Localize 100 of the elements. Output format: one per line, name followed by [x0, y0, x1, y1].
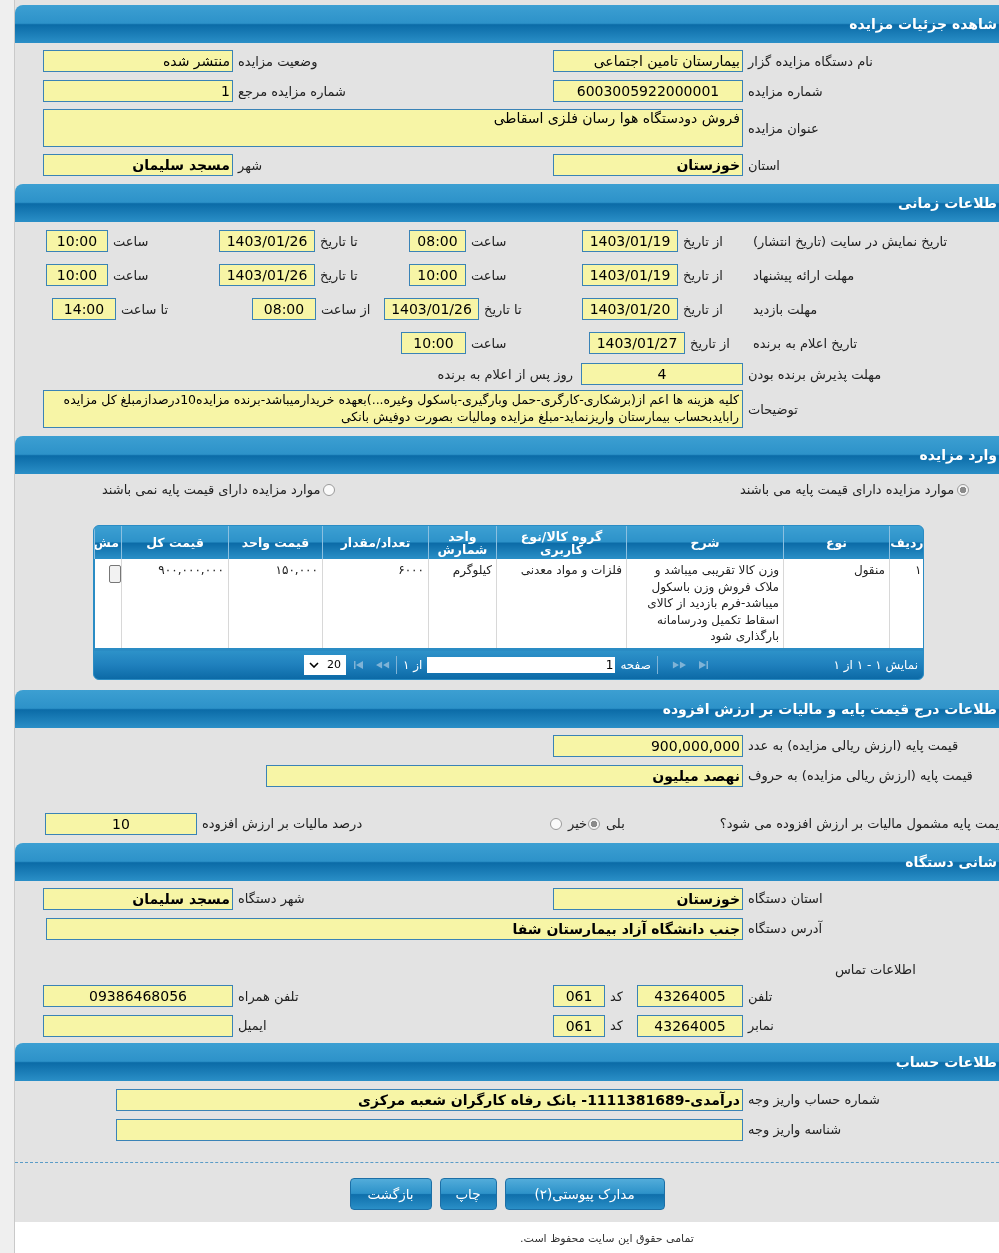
section-header: طلاعات درج قیمت پایه و مالیات بر ارزش افزوده [15, 689, 999, 728]
input-field[interactable]: خوزستان [553, 887, 743, 910]
field-label: مهلت پذیرش برنده بودن [747, 366, 882, 382]
input-field[interactable]: 43264005 [637, 985, 743, 1007]
chevron-icon [309, 661, 319, 668]
action-button[interactable]: مدارک پیوستی(۲) [504, 1177, 665, 1210]
input-field[interactable]: 6003005922000001 [553, 80, 743, 102]
radio-button[interactable] [588, 817, 600, 830]
input-field[interactable]: منتشر شده [43, 50, 233, 72]
field-label: ساعت [112, 233, 150, 249]
field-label: عنوان مزایده [747, 120, 819, 136]
section-header: وارد مزایده [15, 436, 999, 474]
field-label: از تاریخ [682, 267, 724, 283]
table-cell: فلزات و مواد معدنی [496, 559, 627, 648]
section-header: شانی دستگاه [15, 842, 999, 881]
field-label: شماره حساب واریز وجه [747, 1092, 880, 1107]
table-cell: ۹۰۰,۰۰۰,۰۰۰ [121, 559, 229, 648]
field-label: مهلت بازدید [752, 301, 818, 317]
input-field[interactable]: 10:00 [409, 264, 466, 286]
section-subheading: اطلاعات تماس [834, 962, 916, 977]
field-label: شماره مزایده [747, 83, 823, 99]
table-cell: ۱۵۰,۰۰۰ [228, 559, 323, 648]
field-label: تلفن همراه [237, 988, 300, 1004]
field-label: ساعت [470, 335, 508, 351]
field-label: شماره مزایده مرجع [237, 83, 347, 99]
column-header: واحد شمارش [428, 526, 497, 559]
input-field[interactable]: 43264005 [637, 1014, 743, 1037]
action-button[interactable]: چاپ [439, 1177, 497, 1210]
row-action-button[interactable] [109, 565, 121, 583]
input-field[interactable]: بیمارستان تامین اجتماعی [553, 50, 743, 72]
copyright-text: تمامی حقوق این سایت محفوظ است. [520, 1231, 694, 1245]
field-label: وضعیت مزایده [237, 53, 319, 69]
input-field[interactable]: جنب دانشگاه آزاد بیمارستان شفا [46, 917, 743, 940]
input-field[interactable]: 10:00 [46, 230, 108, 252]
column-header: گروه کالا/نوع کاربری [496, 526, 627, 559]
input-field[interactable]: 1403/01/20 [582, 298, 678, 320]
radio-button[interactable] [550, 817, 562, 830]
input-field[interactable]: درآمدی-1111381689- بانک رفاه کارگران شعبه مرکزی [116, 1088, 743, 1111]
input-field[interactable]: 09386468056 [43, 985, 233, 1007]
input-field[interactable]: 1403/01/19 [582, 230, 678, 252]
action-button[interactable]: بازگشت [349, 1177, 432, 1210]
column-header: شرح [626, 526, 784, 559]
page-input[interactable]: 1 [427, 656, 616, 673]
input-field[interactable]: 1 [43, 80, 233, 102]
input-field[interactable]: 08:00 [252, 298, 316, 320]
column-header: قیمت کل [121, 526, 229, 559]
input-field[interactable]: 1403/01/26 [219, 230, 315, 252]
input-field[interactable]: کلیه هزینه ها اعم از(برشکاری-کارگری-حمل وبارگیری-باسکول وغیره...)بعهده خریدارمیباشد-برنده مزایده10درصدازمبلغ کل مزایده رابایدبحساب بیمارستان واریزنماید-مبلغ مزایده ومالیات بصورت دوفیش بانکی [43, 390, 743, 428]
field-label: تا ساعت [120, 301, 170, 317]
field-label: تا تاریخ [319, 267, 359, 283]
section-header: طلاعات زمانی [15, 184, 999, 222]
input-field[interactable]: 10:00 [46, 264, 108, 286]
table-cell: ۶۰۰۰ [322, 559, 429, 648]
input-field[interactable]: 1403/01/27 [589, 332, 685, 354]
field-label: درصد مالیات بر ارزش افزوده [201, 816, 364, 831]
radio-label: موارد مزایده دارای قیمت پایه نمی باشند [102, 482, 321, 497]
input-field[interactable] [43, 1014, 233, 1037]
page-size-select[interactable]: 20 [304, 654, 346, 675]
input-field[interactable]: 061 [553, 1014, 605, 1037]
radio-button[interactable] [323, 483, 336, 496]
input-field[interactable]: فروش دودستگاه هوا رسان فلزی اسقاطی [43, 109, 743, 147]
column-header: نوع [783, 526, 890, 559]
next-page-icon[interactable] [376, 659, 390, 670]
input-field[interactable]: 08:00 [409, 230, 466, 252]
input-field[interactable]: خوزستان [553, 154, 743, 176]
field-label: تاریخ نمایش در سایت (تاریخ انتشار) [752, 233, 948, 249]
input-field[interactable]: 061 [553, 985, 605, 1007]
field-label: از تاریخ [689, 335, 731, 351]
field-label: تا تاریخ [319, 233, 359, 249]
section-header: شاهده جزئیات مزایده [15, 5, 999, 43]
radio-button[interactable] [957, 483, 970, 496]
input-field[interactable] [116, 1118, 743, 1141]
field-label: کد [609, 1018, 624, 1033]
field-label: ساعت [470, 267, 508, 283]
field-label: شهر [236, 157, 264, 173]
field-label: تا تاریخ [483, 301, 523, 317]
previous-page-icon[interactable] [671, 659, 686, 670]
input-field[interactable]: 10 [45, 812, 197, 835]
input-field[interactable]: مسجد سلیمان [43, 887, 233, 910]
field-label: کد [609, 988, 624, 1004]
field-label: مهلت ارائه پیشنهاد [752, 267, 855, 283]
field-label: نمابر [746, 1018, 774, 1033]
field-label: ایمیل [237, 1018, 268, 1033]
column-header: قیمت واحد [228, 526, 323, 559]
input-field[interactable]: مسجد سلیمان [43, 154, 233, 176]
input-field[interactable]: نهصد میلیون [266, 764, 743, 787]
table-cell: وزن کالا تقریبی میباشد و ملاک فروش وزن باسکول میباشد-فرم بازدید از کالای اسقاط تکمیل ودرسامانه بارگذاری شود [626, 559, 784, 648]
input-field[interactable]: 1403/01/26 [219, 264, 315, 286]
input-field[interactable]: 4 [581, 363, 743, 385]
input-field[interactable]: 10:00 [401, 332, 466, 354]
page-label: صفحه [620, 657, 651, 672]
field-label: ساعت [470, 233, 508, 249]
page-count: از ۱ [403, 657, 423, 672]
field-label: قیمت پایه (ارزش ریالی مزایده) به عدد [747, 738, 959, 753]
input-field[interactable]: 1403/01/26 [384, 298, 479, 320]
section-header: طلاعات حساب [15, 1042, 999, 1081]
input-field[interactable]: 14:00 [52, 298, 116, 320]
column-header: ردیف [889, 526, 923, 559]
input-field[interactable]: 1403/01/19 [582, 264, 678, 286]
input-field[interactable]: 900,000,000 [553, 734, 743, 757]
